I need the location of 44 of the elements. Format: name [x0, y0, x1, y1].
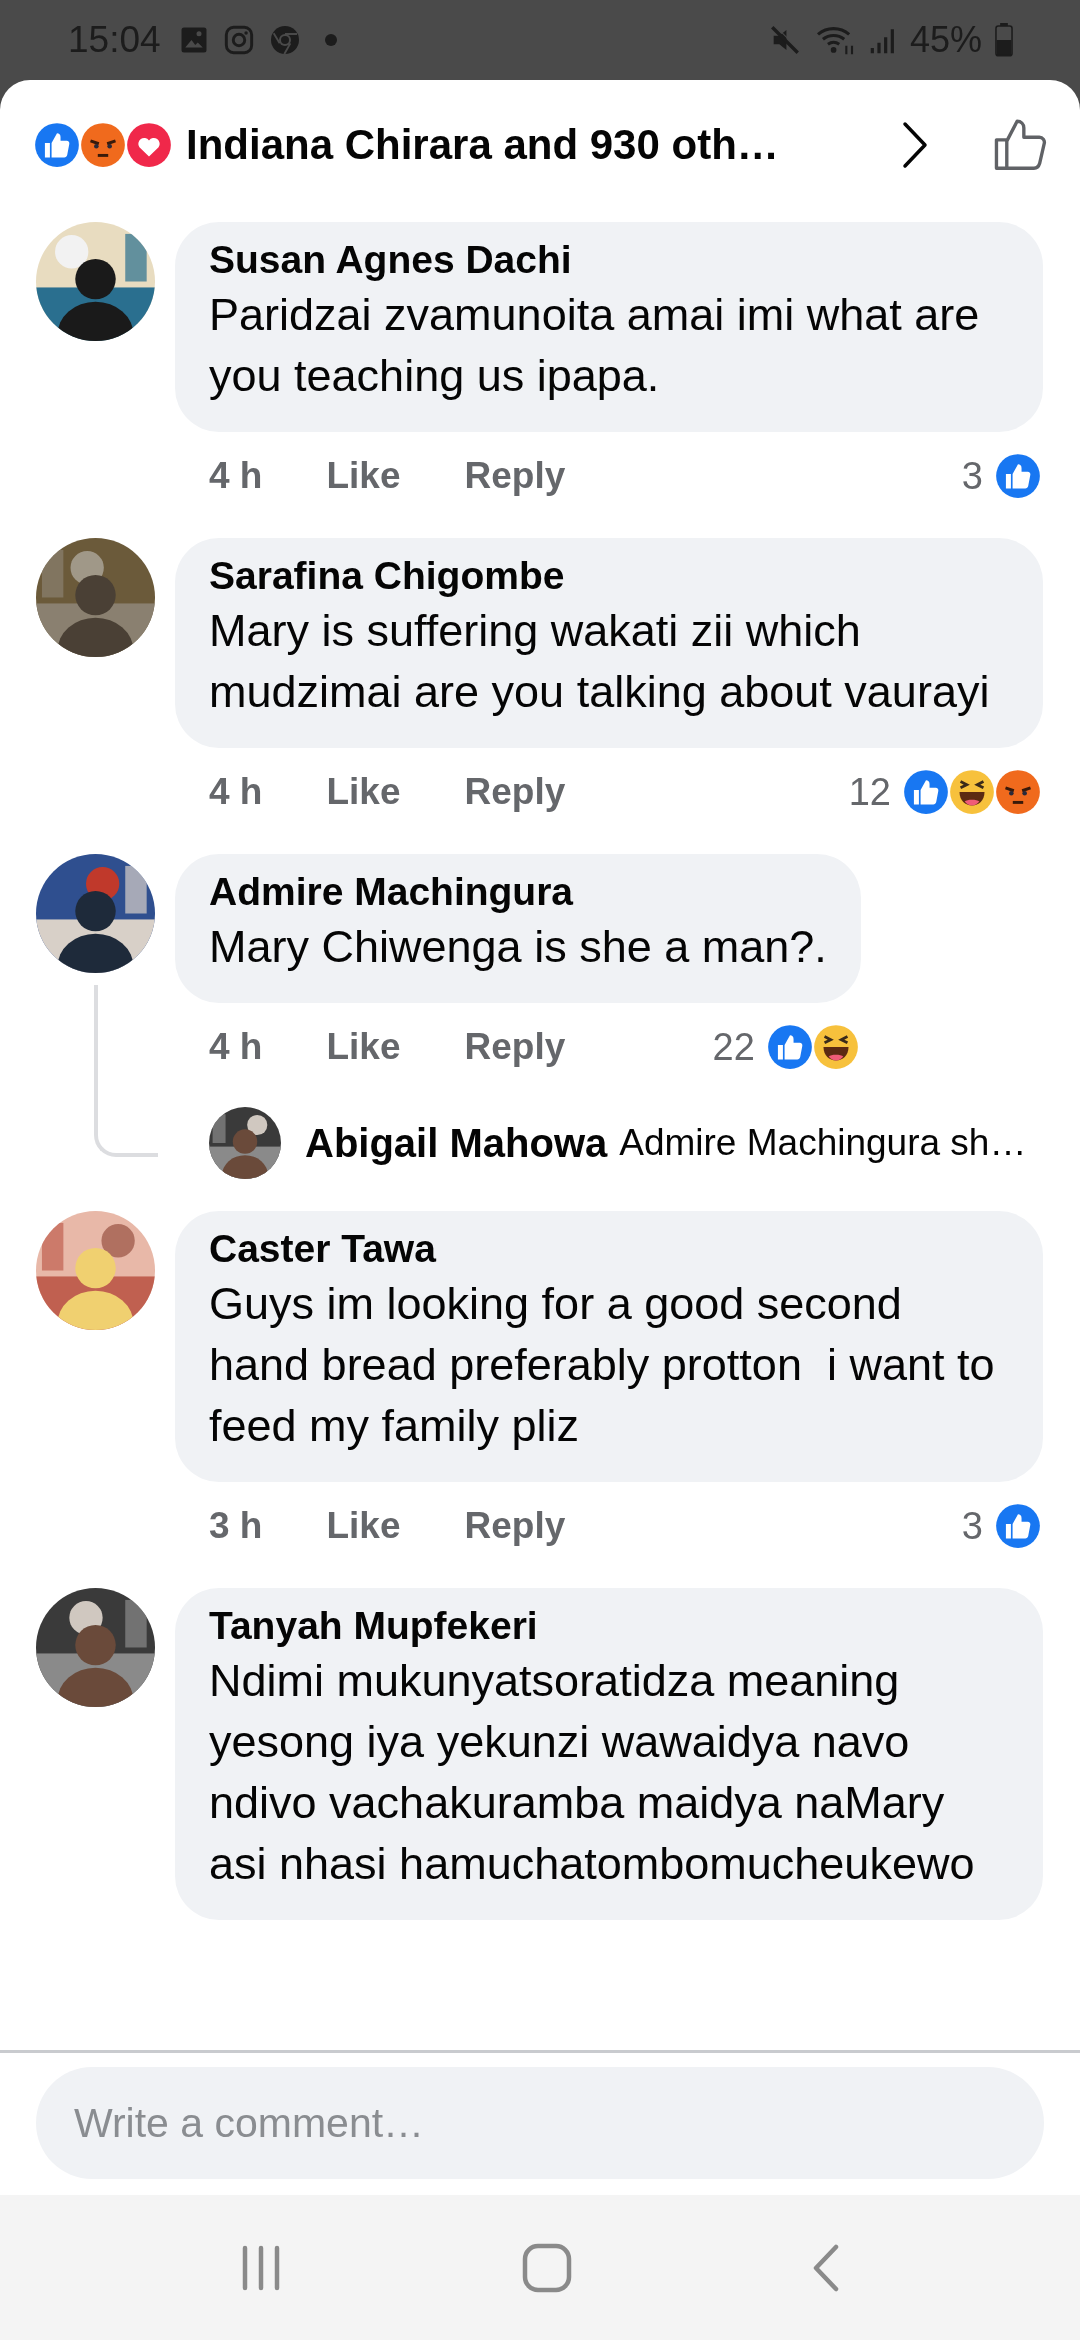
battery-icon [994, 23, 1014, 57]
reaction-count[interactable]: 12 [848, 770, 891, 814]
laughing-reaction-icon [947, 767, 997, 817]
like-reaction-icon [993, 451, 1043, 501]
reaction-count[interactable]: 3 [961, 1504, 983, 1548]
angry-reaction-icon [993, 767, 1043, 817]
comment-time: 4 h [209, 771, 263, 813]
comment-time: 3 h [209, 1505, 263, 1547]
comment-text: Mary is suffering wakati zii which mudzimai are you talking about vaurayi [209, 604, 991, 719]
comment-text: Mary Chiwenga is she a man?. [209, 920, 827, 974]
comment-author[interactable]: Admire Machingura [209, 868, 827, 916]
comment-author[interactable]: Tanyah Mupfekeri [209, 1602, 1009, 1650]
reply-link[interactable]: Reply [464, 455, 566, 497]
home-icon [522, 2242, 572, 2293]
like-reaction-icon [32, 120, 82, 170]
reaction-count[interactable]: 3 [961, 454, 983, 498]
like-link[interactable]: Like [326, 1505, 401, 1547]
like-link[interactable]: Like [326, 1026, 401, 1068]
like-link[interactable]: Like [326, 771, 401, 813]
comment-author[interactable]: Sarafina Chigombe [209, 552, 1009, 600]
reply-link[interactable]: Reply [464, 771, 566, 813]
like-reaction-icon [993, 1501, 1043, 1551]
heart-reaction-icon [124, 120, 174, 170]
reply-link[interactable]: Reply [464, 1505, 566, 1547]
reply-preview[interactable]: Admire Machingura sh… [619, 1122, 1027, 1164]
comment-time: 4 h [209, 1026, 263, 1068]
comment-text: Ndimi mukunyatsoratidza meaning yesong iya yekunzi wawaidya navo ndivo vachakuramba maidya naMary asi nhasi hamuchatombomucheukewo [209, 1654, 976, 1891]
browser-icon [268, 24, 301, 56]
reply-author[interactable]: Abigail Mahowa [305, 1120, 608, 1166]
like-link[interactable]: Like [326, 455, 401, 497]
camera-app-icon [222, 24, 255, 56]
chevron-right-icon[interactable] [900, 120, 930, 170]
comment-time: 4 h [209, 455, 263, 497]
reaction-count[interactable]: 22 [712, 1025, 755, 1069]
angry-reaction-icon [78, 120, 128, 170]
comment-text: Paridzai zvamunoita amai imi what are you teaching us ipapa. [209, 288, 981, 403]
comment-text: Guys im looking for a good second hand bread preferably protton i want to feed my family pliz [209, 1277, 996, 1453]
comment-input-field[interactable]: Write a comment… [36, 2067, 1044, 2179]
comment-author[interactable]: Susan Agnes Dachi [209, 236, 1009, 284]
reply-link[interactable]: Reply [464, 1026, 566, 1068]
notification-dot-icon [324, 34, 337, 46]
like-reaction-icon [901, 767, 951, 817]
comment-author[interactable]: Caster Tawa [209, 1225, 1009, 1273]
reactions-summary[interactable]: Indiana Chirara and 930 oth… [186, 121, 779, 169]
